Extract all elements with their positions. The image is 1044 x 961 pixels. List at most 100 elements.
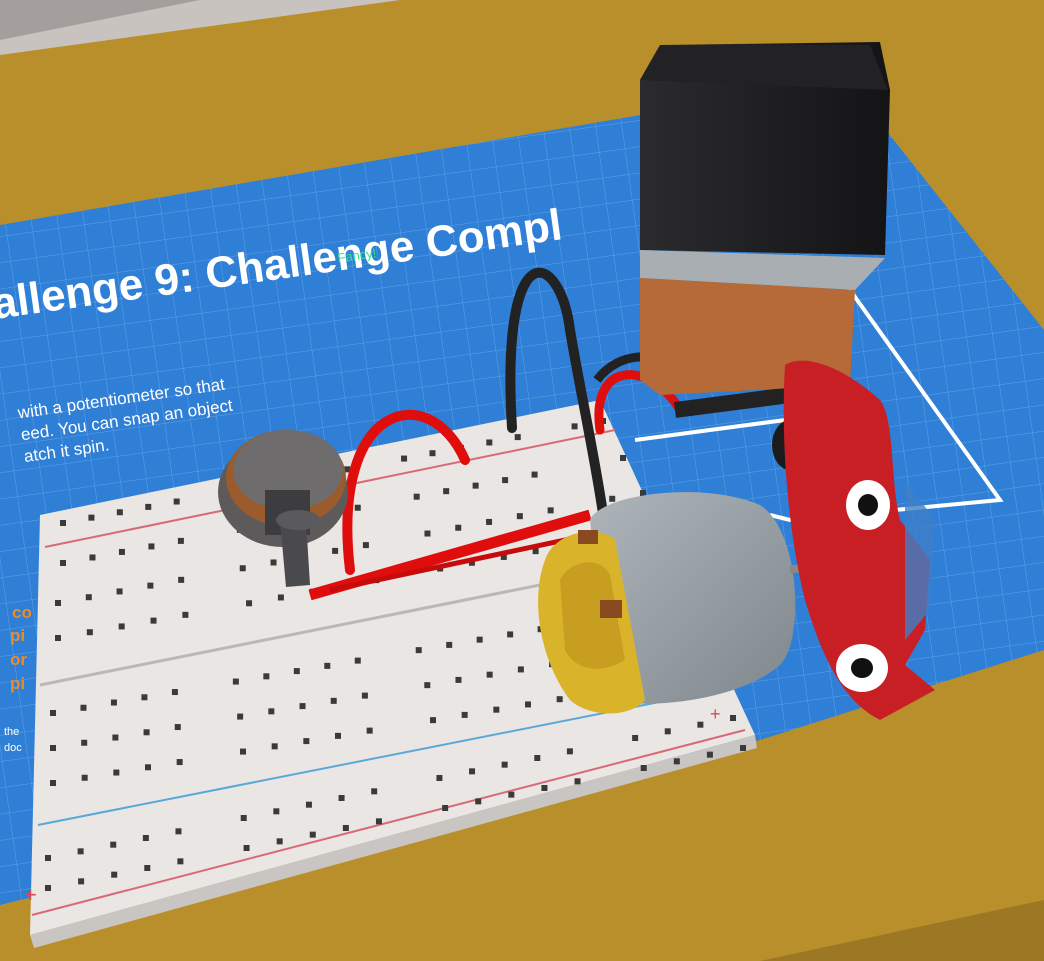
breadboard-hole: [740, 745, 746, 751]
breadboard-hole: [88, 514, 95, 521]
footer-text-1: the: [4, 726, 19, 738]
breadboard-plus-mark-2: +: [710, 704, 721, 724]
breadboard-hole: [142, 835, 149, 841]
breadboard-hole: [516, 513, 523, 520]
breadboard-hole: [517, 666, 524, 673]
breadboard-hole: [273, 808, 280, 815]
breadboard-hole: [609, 495, 616, 502]
breadboard-hole: [620, 455, 626, 461]
breadboard-hole: [143, 729, 150, 736]
breadboard-hole: [342, 825, 349, 831]
breadboard-hole: [263, 673, 270, 680]
breadboard-hole: [413, 493, 420, 500]
breadboard-hole: [81, 739, 88, 746]
breadboard-hole: [455, 524, 462, 531]
breadboard-hole: [472, 482, 479, 489]
breadboard-hole: [371, 788, 378, 795]
breadboard-hole: [271, 743, 278, 750]
breadboard-hole: [507, 631, 514, 638]
breadboard-hole: [116, 509, 123, 516]
breadboard-hole: [640, 765, 647, 771]
breadboard-hole: [571, 423, 578, 430]
breadboard-hole: [566, 748, 573, 755]
breadboard-hole: [640, 490, 646, 496]
breadboard-hole: [50, 745, 56, 751]
footer-text-2: doc: [4, 742, 22, 754]
breadboard-hole: [525, 701, 531, 708]
breadboard-hole: [361, 692, 368, 699]
breadboard-hole: [486, 518, 493, 525]
breadboard-hole: [174, 724, 181, 731]
breadboard-hole: [243, 845, 250, 851]
breadboard-hole: [547, 507, 554, 514]
breadboard-hole: [574, 778, 581, 785]
breadboard-hole: [85, 594, 92, 601]
breadboard-hole: [354, 504, 361, 511]
breadboard-hole: [141, 694, 148, 701]
breadboard-hole: [237, 713, 244, 720]
breadboard-hole: [55, 635, 61, 641]
breadboard-hole: [469, 768, 476, 775]
breadboard-hole: [442, 805, 449, 811]
breadboard-hole: [118, 623, 125, 630]
breadboard-hole: [173, 498, 180, 505]
breadboard-hole: [508, 791, 515, 798]
breadboard-hole: [171, 689, 178, 696]
breadboard-hole: [309, 831, 316, 838]
breadboard-hole: [502, 477, 509, 484]
breadboard-hole: [112, 734, 119, 741]
breadboard-hole: [305, 801, 312, 808]
vr-scene: allenge 9: Challenge Compl Fancy! with a…: [0, 0, 1044, 961]
breadboard-hole: [240, 815, 247, 821]
breadboard-hole: [246, 600, 253, 607]
breadboard-hole: [178, 576, 185, 583]
breadboard-hole: [632, 735, 639, 741]
breadboard-hole: [332, 547, 339, 554]
breadboard-hole: [476, 636, 483, 643]
breadboard-hole: [86, 629, 93, 636]
breadboard-hole: [268, 708, 275, 715]
breadboard-hole: [60, 520, 66, 526]
breadboard-hole: [145, 503, 152, 510]
breadboard-hole: [232, 678, 239, 685]
breadboard-hole: [293, 668, 300, 675]
breadboard-hole: [113, 769, 120, 776]
breadboard-hole: [145, 764, 151, 771]
breadboard-hole: [239, 565, 246, 572]
breadboard-hole: [60, 560, 66, 566]
breadboard-hole: [330, 697, 337, 704]
breadboard-hole: [303, 738, 310, 745]
breadboard-hole: [270, 559, 277, 566]
breadboard-hole: [486, 439, 493, 446]
breadboard-hole: [375, 818, 382, 825]
breadboard-hole: [430, 717, 436, 724]
breadboard-hole: [177, 537, 184, 544]
breadboard-hole: [45, 885, 51, 891]
breadboard-hole: [118, 548, 125, 555]
breadboard-hole: [148, 543, 155, 550]
breadboard-hole: [446, 641, 453, 648]
breadboard-hole: [424, 530, 431, 537]
breadboard-plus-mark: +: [24, 882, 37, 907]
breadboard-hole: [673, 758, 680, 765]
breadboard-hole: [299, 703, 306, 710]
breadboard-hole: [80, 704, 87, 711]
side-text-2: pi: [10, 626, 25, 645]
breadboard-hole: [177, 858, 184, 865]
breadboard-hole: [455, 676, 462, 683]
side-text-1: co: [12, 603, 32, 622]
breadboard-hole: [730, 715, 736, 721]
breadboard-hole: [354, 657, 361, 664]
breadboard-hole: [436, 775, 443, 781]
breadboard-hole: [110, 699, 117, 706]
breadboard-hole: [415, 647, 422, 654]
breadboard-hole: [697, 721, 704, 728]
breadboard-hole: [50, 710, 56, 716]
breadboard-hole: [77, 848, 84, 855]
breadboard-hole: [335, 732, 341, 739]
breadboard-hole: [401, 455, 408, 462]
breadboard-hole: [182, 611, 189, 618]
breadboard-hole: [534, 755, 541, 761]
breadboard-hole: [78, 878, 85, 885]
breadboard-hole: [81, 774, 88, 781]
